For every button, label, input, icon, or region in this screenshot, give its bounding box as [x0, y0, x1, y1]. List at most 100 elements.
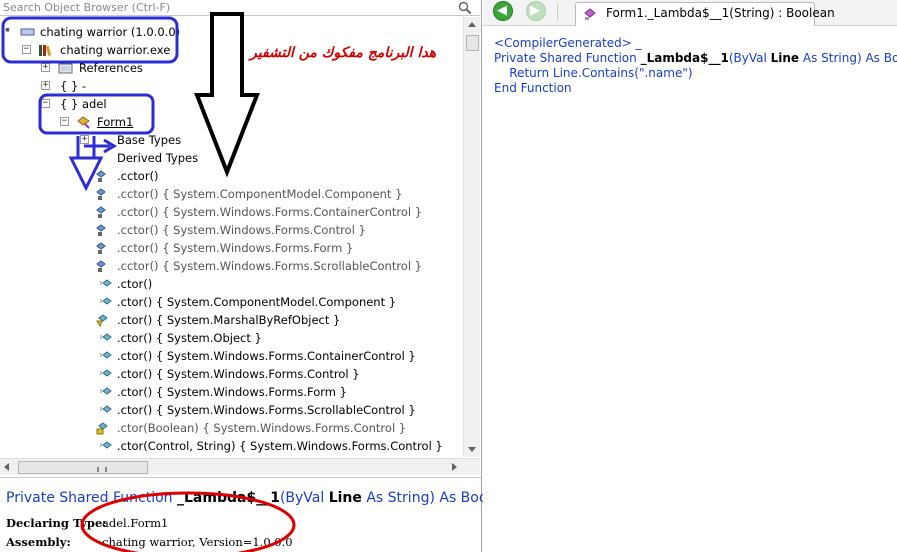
tree-node-label: .ctor(Control, String) { System.Windows.…: [117, 439, 443, 453]
tree-member-row[interactable]: .cctor() { System.Windows.Forms.Control …: [0, 221, 460, 239]
tree-node-label: .ctor() { System.Windows.Forms.Control }: [117, 367, 360, 381]
tree-horizontal-scrollbar[interactable]: [0, 458, 480, 475]
signature-type-link[interactable]: String: [388, 490, 430, 506]
tree-node-label: References: [79, 61, 143, 75]
tree-member-row[interactable]: .cctor() { System.Windows.Forms.Form }: [0, 239, 460, 257]
tree-node-base-types[interactable]: + Base Types: [0, 131, 460, 149]
tree-node-label: Base Types: [117, 133, 182, 147]
tree-node-label: { } adel: [60, 97, 107, 111]
declaring-type-value[interactable]: adel.Form1: [102, 516, 168, 530]
tree-member-row[interactable]: .cctor() { System.ComponentModel.Compone…: [0, 185, 460, 203]
member-signature: Private Shared Function _Lambda$__1(ByVa…: [6, 490, 500, 506]
tree-member-row[interactable]: .ctor() { System.Windows.Forms.Container…: [0, 347, 460, 365]
tab-label: Form1._Lambda$__1(String) : Boolean: [606, 6, 835, 20]
tree-member-row[interactable]: .ctor(): [0, 275, 460, 293]
method-icon: [584, 8, 596, 20]
tree-member-row[interactable]: .ctor(Boolean) { System.Windows.Forms.Co…: [0, 419, 460, 437]
tree-vertical-scrollbar[interactable]: [463, 17, 480, 457]
tree-node-namespace-root[interactable]: + { } -: [0, 77, 460, 95]
code-line: Return Line.Contains(".name"): [494, 66, 897, 81]
method-icon: [100, 441, 112, 449]
code-editor[interactable]: <CompilerGenerated> _ Private Shared Fun…: [494, 36, 897, 96]
search-box[interactable]: Search Object Browser (Ctrl-F): [0, 0, 480, 16]
code-line: <CompilerGenerated> _: [494, 36, 897, 51]
expand-icon[interactable]: +: [41, 63, 50, 72]
assembly-value[interactable]: chating warrior, Version=1.0.0.0: [102, 535, 293, 549]
tree-member-row[interactable]: .ctor() { System.MarshalByRefObject }: [0, 311, 460, 329]
code-function-name: _Lambda$__1: [640, 51, 729, 65]
static-method-icon: [96, 260, 106, 272]
tree-node-label: .ctor() { System.MarshalByRefObject }: [117, 313, 341, 327]
tree-node-label: .cctor() { System.Windows.Forms.Control …: [117, 223, 366, 237]
tree-node-label: Form1: [97, 115, 134, 129]
tab-lambda-function[interactable]: Form1._Lambda$__1(String) : Boolean: [575, 2, 835, 26]
code-toolbar: ◀ ▶ Form1._Lambda$__1(String) : Boolean: [483, 0, 897, 26]
collapse-icon[interactable]: −: [22, 45, 31, 54]
tree-node-assembly[interactable]: ▪ chating warrior (1.0.0.0): [0, 23, 460, 41]
code-keywords: Private Shared Function: [494, 51, 641, 65]
tree-node-label: .ctor(): [117, 277, 153, 291]
declaring-type-label: Declaring Type:: [6, 516, 107, 530]
object-tree: ▪ chating warrior (1.0.0.0) − chating wa…: [0, 17, 464, 457]
back-button[interactable]: ◀: [493, 1, 513, 21]
tree-node-references[interactable]: + References: [0, 59, 460, 77]
scroll-thumb[interactable]: [18, 461, 148, 474]
tree-node-label: { } -: [60, 79, 87, 93]
scroll-down-icon[interactable]: [468, 447, 476, 452]
tree-node-label: .ctor(Boolean) { System.Windows.Forms.Co…: [117, 421, 407, 435]
tree-member-row[interactable]: .ctor() { System.Windows.Forms.Form }: [0, 383, 460, 401]
tree-member-row[interactable]: .cctor() { System.Windows.Forms.Scrollab…: [0, 257, 460, 275]
tree-node-derived-types[interactable]: Derived Types: [0, 149, 460, 167]
tree-member-row[interactable]: .ctor() { System.Object }: [0, 329, 460, 347]
tree-node-namespace-adel[interactable]: − { } adel: [0, 95, 460, 113]
expand-icon[interactable]: +: [41, 81, 50, 90]
member-details-pane: Private Shared Function _Lambda$__1(ByVa…: [0, 477, 500, 552]
scroll-left-icon[interactable]: [4, 463, 9, 471]
tree-node-label: .ctor() { System.Windows.Forms.Form }: [117, 385, 347, 399]
tree-node-label: .cctor() { System.Windows.Forms.Scrollab…: [117, 259, 423, 273]
static-method-icon: [96, 188, 106, 200]
toolbar-separator: [557, 3, 558, 21]
collapse-icon[interactable]: −: [60, 117, 69, 126]
scroll-thumb[interactable]: [466, 35, 479, 51]
collapse-icon[interactable]: ▪: [3, 26, 12, 36]
code-return: Return Line.Contains(".name"): [494, 66, 693, 80]
method-icon: [100, 387, 112, 395]
search-icon[interactable]: [458, 1, 472, 15]
tree-node-form1[interactable]: − Form1: [0, 113, 460, 131]
tree-member-row[interactable]: .cctor() { System.Windows.Forms.Containe…: [0, 203, 460, 221]
code-line: Private Shared Function _Lambda$__1(ByVa…: [494, 51, 897, 66]
class-icon: [77, 116, 90, 129]
tree-node-label: .cctor(): [117, 169, 159, 183]
expand-icon[interactable]: +: [80, 135, 89, 144]
signature-keywords: Private Shared Function: [6, 490, 177, 506]
collapse-icon[interactable]: −: [41, 99, 50, 108]
code-line: End Function: [494, 81, 897, 96]
tree-member-row[interactable]: .ctor(Control, String) { System.Windows.…: [0, 437, 460, 455]
arrow-left-icon: ◀: [497, 3, 507, 18]
tree-node-label: .cctor() { System.Windows.Forms.Containe…: [117, 205, 423, 219]
scroll-right-icon[interactable]: [452, 463, 457, 471]
tree-member-row[interactable]: .ctor() { System.Windows.Forms.Control }: [0, 365, 460, 383]
tree-member-row[interactable]: .ctor() { System.ComponentModel.Componen…: [0, 293, 460, 311]
search-placeholder: Search Object Browser (Ctrl-F): [3, 1, 171, 14]
books-icon: [39, 45, 52, 57]
protected-method-icon: [96, 314, 108, 327]
static-method-icon: [96, 206, 106, 218]
tree-node-label: chating warrior (1.0.0.0): [40, 25, 181, 39]
annotation-arabic-text: هدا البرنامج مفكوك من التشفير: [250, 45, 437, 61]
tree-member-row[interactable]: .ctor() { System.Windows.Forms.Scrollabl…: [0, 401, 460, 419]
scroll-up-icon[interactable]: [468, 22, 476, 27]
signature-name: _Lambda$__1: [177, 490, 280, 506]
method-icon: [100, 369, 112, 377]
assembly-label: Assembly:: [6, 535, 71, 549]
signature-param: Line: [328, 490, 362, 506]
tree-member-row[interactable]: .cctor(): [0, 167, 460, 185]
tree-node-label: chating warrior.exe: [60, 43, 171, 57]
forward-button[interactable]: ▶: [526, 1, 546, 21]
code-view-pane: ◀ ▶ Form1._Lambda$__1(String) : Boolean …: [483, 0, 897, 552]
assembly-icon: [20, 28, 35, 36]
arrow-right-icon: ▶: [530, 3, 540, 18]
code-keywords: As String) As Boolean: [802, 51, 897, 65]
object-browser-pane: Search Object Browser (Ctrl-F) ▪ chating…: [0, 0, 500, 552]
